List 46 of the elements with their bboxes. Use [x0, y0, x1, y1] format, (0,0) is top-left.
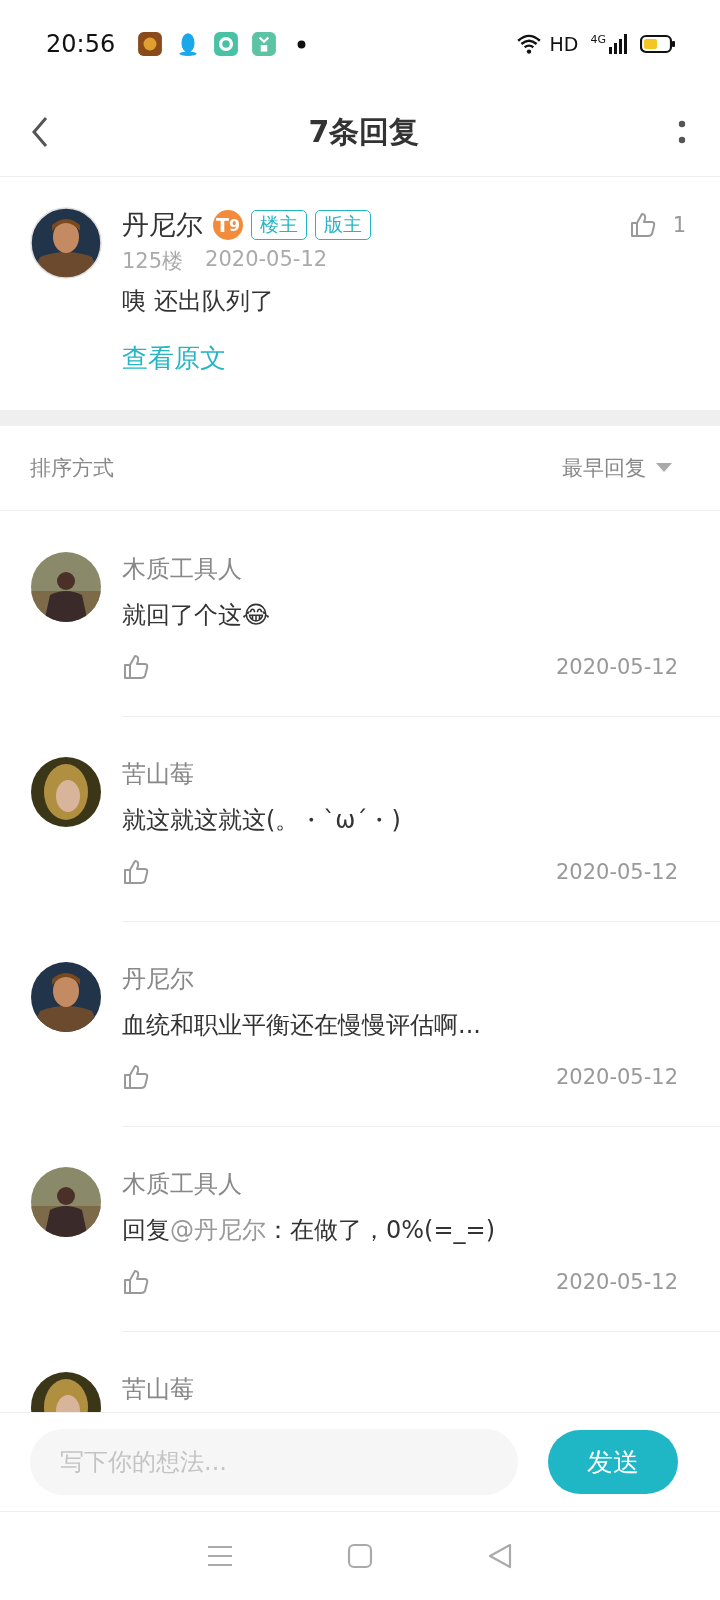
like-icon[interactable]	[122, 1268, 150, 1296]
author-name[interactable]: 木质工具人	[122, 553, 242, 585]
reply-date: 2020-05-12	[555, 1270, 678, 1294]
reply-text: 就回了个这😂	[122, 600, 272, 631]
send-button[interactable]: 发送	[548, 1430, 678, 1494]
author-name[interactable]: 木质工具人	[122, 1168, 242, 1200]
reply-text: 回复@丹尼尔：在做了，0%(=_=)	[122, 1215, 497, 1246]
status-time: 20:56	[46, 30, 116, 58]
author-name[interactable]: 丹尼尔	[122, 963, 194, 995]
author-name[interactable]: 苦山莓	[122, 1373, 194, 1405]
author-name[interactable]: 苦山莓	[122, 758, 194, 790]
reply-date: 2020-05-12	[555, 655, 678, 679]
view-original-link[interactable]: 查看原文	[122, 341, 226, 376]
reply-text: 血统和职业平衡还在慢慢评估啊...	[122, 1010, 482, 1041]
mention-link[interactable]: @丹尼尔	[170, 1216, 266, 1244]
cell-label: 4G	[590, 32, 606, 46]
like-icon[interactable]	[122, 858, 150, 886]
store-app-icon	[251, 31, 278, 57]
ring-app-icon	[213, 31, 240, 57]
author-name[interactable]: 丹尼尔	[122, 207, 203, 243]
home-icon[interactable]	[347, 1543, 373, 1569]
post-date: 2020-05-12	[205, 247, 328, 273]
caret-icon	[656, 463, 672, 473]
menu-icon[interactable]	[207, 1543, 233, 1569]
reply-date: 2020-05-12	[555, 860, 678, 884]
floor-number: 125楼	[122, 248, 184, 275]
game-app-icon	[137, 31, 164, 57]
reply-text: 就这就这就这(。・`ω´・)	[122, 805, 402, 836]
like-count: 1	[672, 213, 686, 237]
back-nav-icon[interactable]	[487, 1543, 513, 1569]
role-tag: 楼主	[251, 210, 307, 240]
more-icon[interactable]	[678, 119, 686, 145]
like-icon[interactable]	[122, 653, 150, 681]
back-icon[interactable]	[30, 115, 50, 149]
sort-label: 排序方式	[30, 455, 114, 482]
like-icon[interactable]	[628, 211, 657, 239]
notification-dot-icon	[297, 39, 307, 49]
signal-icon	[608, 33, 628, 55]
battery-icon	[640, 34, 676, 54]
page-title: 7条回复	[308, 112, 420, 151]
sort-dropdown[interactable]: 最早回复	[562, 454, 672, 482]
post-text: 咦 还出队列了	[122, 286, 275, 317]
like-icon[interactable]	[122, 1063, 150, 1091]
network-label: HD	[549, 33, 579, 55]
reply-date: 2020-05-12	[555, 1065, 678, 1089]
role-tag: 版主	[315, 210, 371, 240]
